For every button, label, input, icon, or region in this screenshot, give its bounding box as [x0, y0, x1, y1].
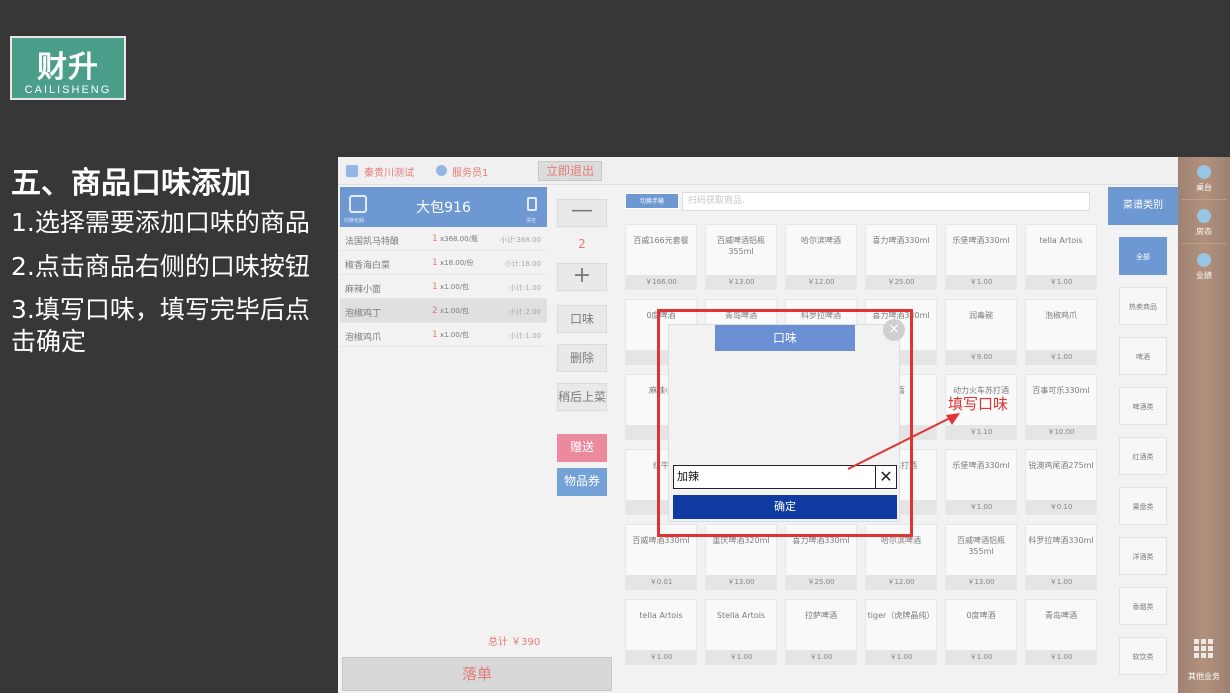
pos-screenshot: 秦贵川测试 服务员1 立即退出 切换包厢 大包916 清空 法国凯马特酿 1 x… [338, 157, 1230, 693]
step-3: 3.填写口味，填写完毕后点击确定 [11, 295, 310, 356]
logo-wordmark: CAILISHENG [24, 84, 112, 96]
callout-text: 填写口味 [948, 395, 1009, 413]
callout-arrow [847, 413, 960, 470]
logo-mark: 财升 [37, 50, 99, 85]
step-2: 2.点击商品右侧的口味按钮 [11, 252, 310, 281]
close-icon[interactable]: × [883, 319, 905, 341]
dialog-title: 口味 [715, 325, 855, 351]
step-1: 1.选择需要添加口味的商品 [11, 208, 310, 237]
slide-title: 五、商品口味添加 [11, 166, 251, 201]
confirm-button[interactable]: 确定 [673, 495, 897, 519]
cailisheng-logo: 财升 CAILISHENG [10, 36, 126, 100]
